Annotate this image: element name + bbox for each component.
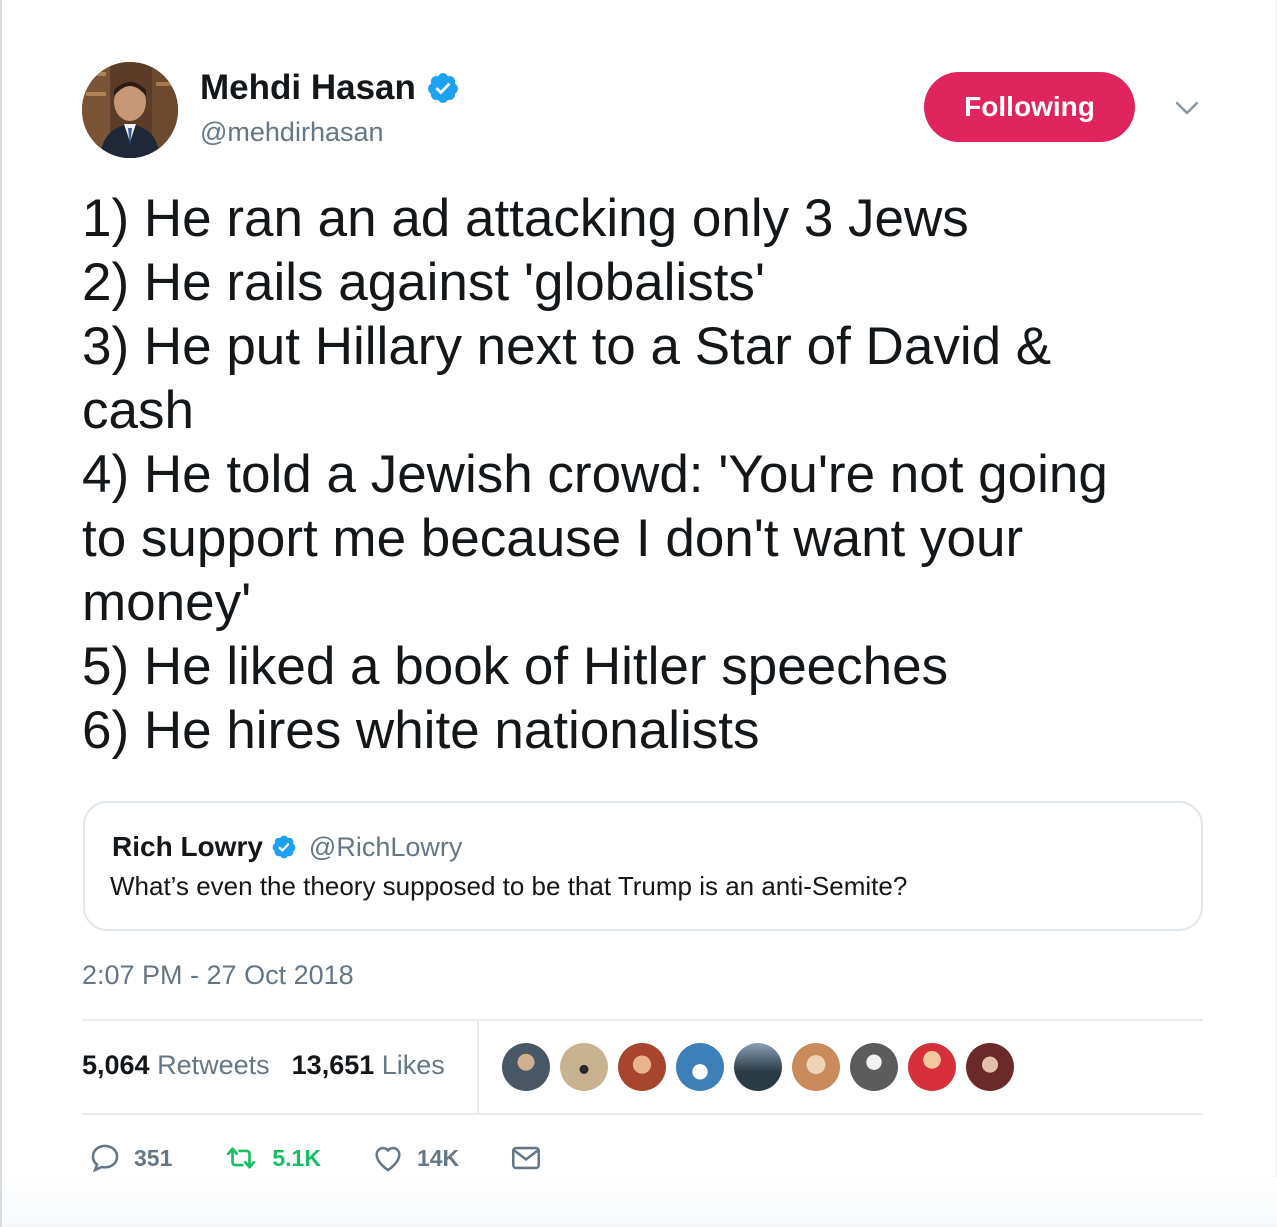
retweet-count: 5.1K [272,1144,321,1171]
quoted-tweet-header: Rich Lowry @RichLowry [112,831,462,863]
envelope-icon [509,1141,543,1175]
chevron-down-icon[interactable] [1172,96,1202,120]
tweet-line: 2) He rails against 'globalists' [82,253,766,312]
liker-avatar-3[interactable] [618,1043,666,1091]
tweet-line: 1) He ran an ad attacking only 3 Jews [82,189,969,248]
tweet-stats: 5,064 Retweets 13,651 Likes [82,1050,445,1081]
quoted-author-name: Rich Lowry [112,831,263,862]
divider [82,1019,1203,1021]
quoted-tweet[interactable]: Rich Lowry @RichLowry What’s even the th… [83,801,1203,931]
quoted-tweet-text: What’s even the theory supposed to be th… [110,871,908,901]
author-name-row: Mehdi Hasan [200,68,460,108]
divider [82,1113,1203,1115]
like-action[interactable]: 14K [371,1141,459,1175]
heart-icon [371,1141,405,1175]
retweets-stat[interactable]: 5,064 Retweets [82,1050,270,1081]
liker-avatars [502,1043,1014,1091]
retweets-label: Retweets [157,1050,270,1080]
liker-avatar-9[interactable] [966,1043,1014,1091]
card-bottom-edge [2,1177,1277,1227]
tweet-line: to support me because I don't want your [82,509,1024,568]
liker-avatar-1[interactable] [502,1043,550,1091]
tweet-line: cash [82,381,194,440]
tweet-actions: 351 5.1K 14K [88,1141,593,1175]
tweet-line: 3) He put Hillary next to a Star of Davi… [82,317,1052,376]
verified-badge-icon [426,71,460,105]
like-count: 14K [416,1144,460,1171]
author-avatar[interactable] [82,62,178,158]
liker-avatar-5[interactable] [734,1043,782,1091]
author-name[interactable]: Mehdi Hasan [200,68,416,108]
liker-avatar-6[interactable] [792,1043,840,1091]
reply-icon [88,1141,122,1175]
reply-count: 351 [134,1144,173,1171]
tweet-card: Mehdi Hasan @mehdirhasan Following 1) He… [0,0,1277,1227]
quoted-author-handle: @RichLowry [308,831,463,862]
following-button[interactable]: Following [924,72,1135,142]
direct-message-action[interactable] [509,1141,543,1175]
author-handle[interactable]: @mehdirhasan [200,117,384,148]
tweet-timestamp[interactable]: 2:07 PM - 27 Oct 2018 [82,960,354,991]
likes-label: Likes [381,1050,445,1080]
retweet-action[interactable]: 5.1K [222,1141,321,1175]
stats-divider [477,1021,479,1113]
liker-avatar-8[interactable] [908,1043,956,1091]
tweet-line: 6) He hires white nationalists [82,701,760,760]
tweet-text: 1) He ran an ad attacking only 3 Jews 2)… [82,187,1202,763]
likes-stat[interactable]: 13,651 Likes [292,1050,445,1081]
tweet-line: money' [82,573,252,632]
retweets-count: 5,064 [82,1050,150,1080]
reply-action[interactable]: 351 [88,1141,172,1175]
liker-avatar-4[interactable] [676,1043,724,1091]
retweet-icon [222,1141,260,1175]
tweet-line: 5) He liked a book of Hitler speeches [82,637,949,696]
tweet-line: 4) He told a Jewish crowd: 'You're not g… [82,445,1108,504]
verified-badge-icon [271,834,297,860]
liker-avatar-7[interactable] [850,1043,898,1091]
liker-avatar-2[interactable] [560,1043,608,1091]
likes-count: 13,651 [291,1050,375,1080]
